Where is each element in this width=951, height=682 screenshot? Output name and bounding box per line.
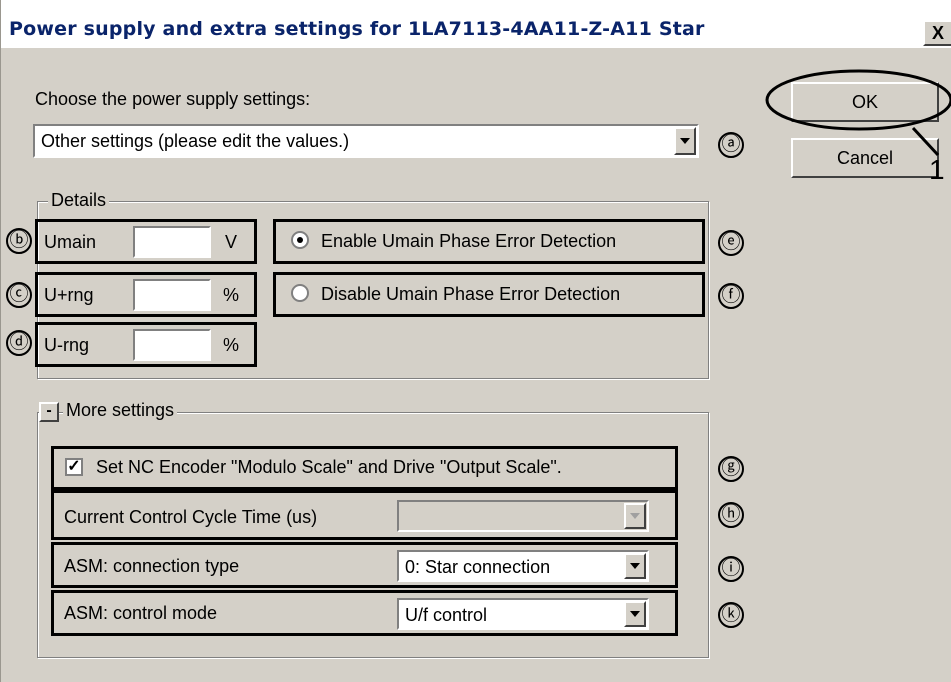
chevron-down-icon[interactable] [624, 601, 646, 627]
marker-b: ⓑ [6, 228, 32, 254]
umain-input[interactable] [133, 226, 211, 258]
umain-unit: V [225, 232, 238, 252]
u-plus-rng-input[interactable] [133, 279, 211, 311]
marker-i: ⓘ [718, 556, 744, 582]
supply-dropdown-value: Other settings (please edit the values.) [41, 131, 350, 151]
window-title: Power supply and extra settings for 1LA7… [9, 18, 705, 40]
close-button[interactable]: X [923, 20, 951, 46]
radio-disable-label[interactable]: Disable Umain Phase Error Detection [321, 284, 620, 305]
control-mode-dropdown[interactable]: U/f control [397, 598, 649, 630]
marker-k: ⓚ [718, 602, 744, 628]
marker-g: ⓖ [718, 456, 744, 482]
connection-type-value: 0: Star connection [405, 557, 551, 577]
cycle-time-label: Current Control Cycle Time (us) [64, 507, 318, 527]
more-settings-title: More settings [63, 400, 178, 421]
radio-disable-phase-detection[interactable] [291, 284, 309, 302]
marker-a: ⓐ [718, 132, 744, 158]
check-icon[interactable]: ✓ [65, 458, 83, 476]
connection-type-label: ASM: connection type [64, 556, 240, 576]
cycle-time-dropdown [397, 500, 649, 532]
control-mode-value: U/f control [405, 605, 488, 625]
marker-f: ⓕ [718, 283, 744, 309]
chevron-down-icon [624, 503, 646, 529]
details-group-title: Details [48, 190, 110, 211]
u-minus-rng-label: U-rng [44, 335, 90, 355]
collapse-toggle-button[interactable]: - [39, 402, 59, 422]
marker-c: ⓒ [6, 282, 32, 308]
umain-label: Umain [44, 232, 97, 252]
marker-e: ⓔ [718, 230, 744, 256]
supply-dropdown[interactable]: Other settings (please edit the values.) [33, 124, 699, 158]
radio-selected-dot [297, 237, 303, 243]
title-bar: Power supply and extra settings for 1LA7… [1, 0, 951, 48]
marker-h: ⓗ [718, 502, 744, 528]
radio-enable-label[interactable]: Enable Umain Phase Error Detection [321, 231, 616, 252]
u-minus-rng-unit: % [223, 335, 240, 355]
supply-prompt-label: Choose the power supply settings: [35, 89, 311, 109]
chevron-down-icon[interactable] [624, 553, 646, 579]
ok-button[interactable]: OK [791, 82, 939, 122]
u-plus-rng-unit: % [223, 285, 240, 305]
u-plus-rng-label: U+rng [44, 285, 94, 305]
control-mode-label: ASM: control mode [64, 603, 218, 623]
chevron-down-icon[interactable] [674, 127, 696, 155]
cancel-button[interactable]: Cancel [791, 138, 939, 178]
callout-number: 1 [929, 154, 945, 185]
marker-d: ⓓ [6, 330, 32, 356]
u-minus-rng-input[interactable] [133, 329, 211, 361]
scale-checkbox-label[interactable]: Set NC Encoder "Modulo Scale" and Drive … [96, 457, 562, 478]
dialog-window: Power supply and extra settings for 1LA7… [0, 0, 951, 682]
radio-enable-phase-detection[interactable] [291, 231, 309, 249]
connection-type-dropdown[interactable]: 0: Star connection [397, 550, 649, 582]
